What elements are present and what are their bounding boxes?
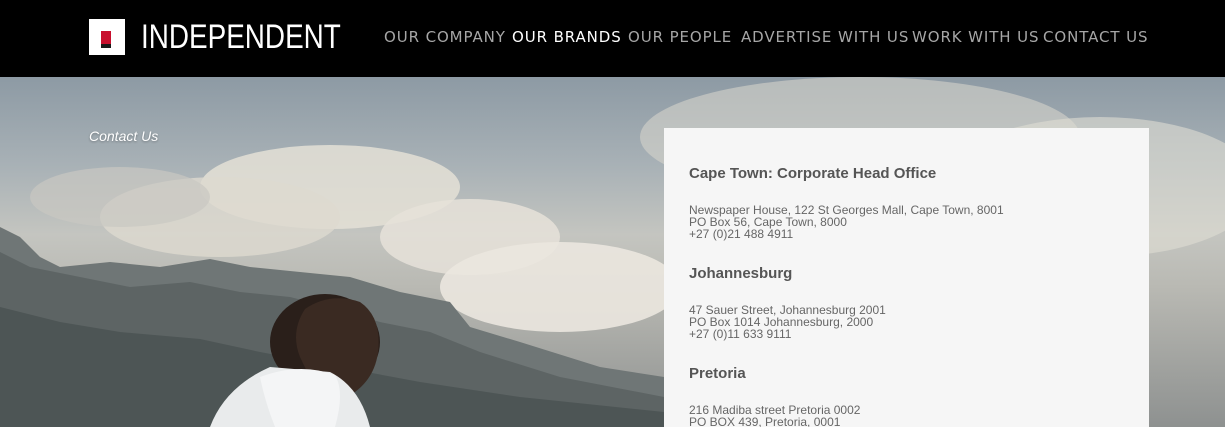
main-nav: OUR COMPANY OUR BRANDS OUR PEOPLE ADVERT… (384, 27, 1148, 47)
office-phone[interactable]: +27 (0)21 488 4911 (689, 228, 1004, 240)
office-pretoria: Pretoria 216 Madiba street Pretoria 0002… (689, 365, 860, 427)
office-po-box: PO BOX 439, Pretoria, 0001 (689, 415, 841, 427)
office-phone[interactable]: +27 (0)11 633 9111 (689, 328, 886, 340)
office-cape-town: Cape Town: Corporate Head Office Newspap… (689, 165, 1004, 240)
office-title: Cape Town: Corporate Head Office (689, 165, 937, 182)
brand-name[interactable]: INDEPENDENT (141, 17, 341, 57)
nav-advertise-with-us[interactable]: ADVERTISE WITH US (741, 27, 912, 47)
nav-our-company[interactable]: OUR COMPANY (384, 27, 512, 47)
nav-work-with-us[interactable]: WORK WITH US (912, 27, 1043, 47)
contact-panel: Cape Town: Corporate Head Office Newspap… (664, 128, 1149, 427)
nav-our-brands[interactable]: OUR BRANDS (512, 27, 628, 47)
nav-our-people[interactable]: OUR PEOPLE (628, 27, 741, 47)
office-title: Pretoria (689, 365, 746, 382)
logo-red-mark (101, 31, 111, 44)
office-title: Johannesburg (689, 265, 793, 282)
breadcrumb[interactable]: Contact Us (89, 128, 158, 144)
nav-contact-us[interactable]: CONTACT US (1043, 27, 1148, 47)
office-johannesburg: Johannesburg 47 Sauer Street, Johannesbu… (689, 265, 886, 340)
logo-dark-mark (101, 44, 111, 48)
logo-icon[interactable] (89, 19, 125, 55)
site-header: INDEPENDENT OUR COMPANY OUR BRANDS OUR P… (0, 0, 1225, 77)
